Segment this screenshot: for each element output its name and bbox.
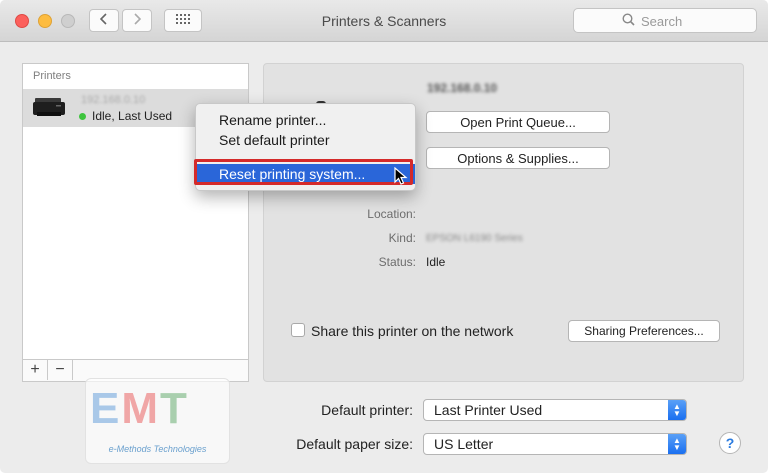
kind-label: Kind: [388, 231, 416, 245]
default-printer-select[interactable]: Last Printer Used ▲ ▼ [423, 399, 687, 421]
open-print-queue-button[interactable]: Open Print Queue... [426, 111, 610, 133]
remove-printer-button[interactable]: − [48, 360, 73, 380]
printers-scanners-window: Printers & Scanners Search Printers 192. [0, 0, 768, 473]
options-supplies-button[interactable]: Options & Supplies... [426, 147, 610, 169]
default-printer-label: Default printer: [321, 402, 413, 418]
set-default-printer-menu-item[interactable]: Set default printer [196, 130, 415, 150]
default-paper-size-select[interactable]: US Letter ▲ ▼ [423, 433, 687, 455]
online-status-icon [79, 112, 86, 120]
search-field[interactable]: Search [573, 8, 757, 33]
search-placeholder: Search [641, 13, 683, 29]
location-label: Location: [367, 207, 416, 221]
printer-name: 192.168.0.10 [81, 94, 146, 106]
share-printer-label: Share this printer on the network [311, 323, 514, 339]
sharing-preferences-button[interactable]: Sharing Preferences... [568, 320, 720, 342]
default-printer-value: Last Printer Used [434, 402, 543, 418]
detail-printer-name: 192.168.0.10 [427, 81, 498, 95]
printer-status: Idle, Last Used [79, 109, 172, 123]
watermark-letters: E M T [90, 384, 187, 433]
status-value: Idle [426, 255, 446, 269]
printers-list-header: Printers [33, 70, 71, 82]
printer-status-text: Idle, Last Used [92, 109, 173, 123]
help-button[interactable]: ? [719, 432, 741, 454]
printer-icon [32, 96, 68, 125]
share-printer-checkbox[interactable] [291, 323, 305, 337]
rename-printer-menu-item[interactable]: Rename printer... [196, 110, 415, 130]
default-paper-size-value: US Letter [434, 436, 494, 452]
updown-chevron-icon: ▲ ▼ [668, 434, 686, 454]
watermark-caption: e-Methods Technologies [108, 444, 207, 454]
search-icon [622, 13, 635, 29]
status-label: Status: [378, 255, 416, 269]
highlight-annotation [194, 159, 413, 185]
kind-value: EPSON L6190 Series [426, 233, 523, 244]
updown-chevron-icon: ▲ ▼ [668, 400, 686, 420]
default-paper-size-label: Default paper size: [296, 436, 413, 452]
mouse-pointer-icon [394, 166, 408, 192]
watermark-logo: E M T e-Methods Technologies [85, 378, 230, 464]
add-printer-button[interactable]: + [23, 360, 48, 380]
title-bar: Printers & Scanners Search [0, 0, 768, 42]
